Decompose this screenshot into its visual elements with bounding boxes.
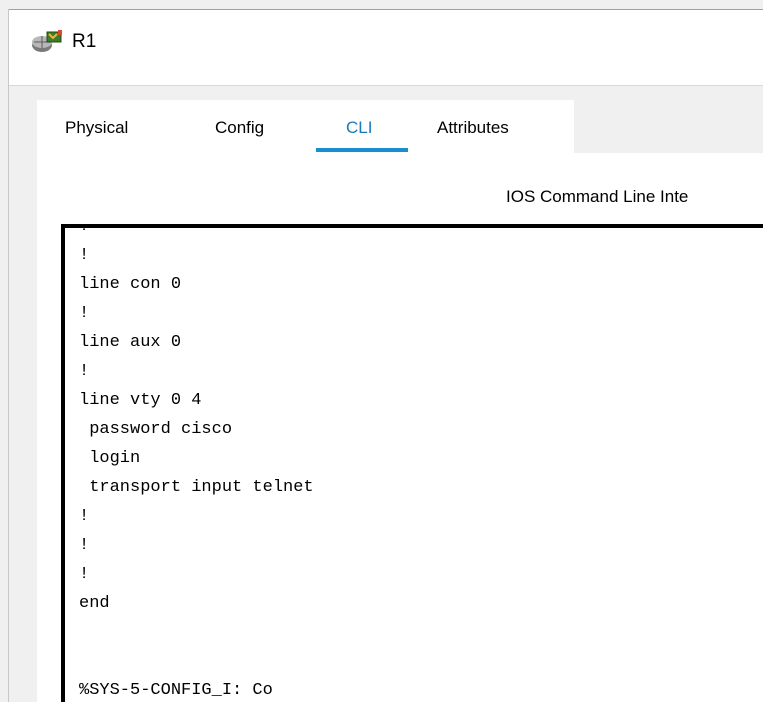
tab-physical[interactable]: Physical [65, 118, 128, 138]
tab-bar: Physical Config CLI Attributes [37, 100, 574, 153]
terminal-line: line aux 0 [79, 333, 182, 352]
terminal-output: !! line con 0! line aux 0! line vty 0 4 pas… [79, 224, 314, 702]
terminal-line: ! [79, 246, 90, 265]
device-window: R1 Physical Config CLI Attributes IOS Co… [0, 0, 763, 702]
cli-header: IOS Command Line Inte [506, 187, 689, 206]
titlebar [9, 10, 763, 85]
terminal-line: password cisco [79, 420, 233, 439]
terminal-line: end [79, 594, 110, 613]
terminal-line: line vty 0 4 [79, 391, 202, 410]
terminal-line: login [79, 449, 141, 468]
window-title: R1 [72, 31, 97, 52]
terminal-line: ! [79, 565, 90, 584]
terminal-line: ! [79, 362, 90, 381]
terminal-line: ! [79, 536, 90, 555]
terminal-line: ! [79, 304, 90, 323]
tab-cli[interactable]: CLI [346, 118, 372, 138]
terminal-line: %SYS-5-CONFIG_I: Co [79, 681, 273, 700]
cli-terminal[interactable]: !! line con 0! line aux 0! line vty 0 4 pas… [61, 224, 763, 702]
terminal-line: line con 0 [79, 275, 182, 294]
tab-attributes[interactable]: Attributes [437, 118, 509, 138]
terminal-line: ! [79, 507, 90, 526]
router-icon [32, 30, 62, 52]
active-tab-indicator [316, 148, 408, 152]
terminal-line: ! [79, 224, 90, 236]
terminal-line: transport input telnet [79, 478, 314, 497]
tab-config[interactable]: Config [215, 118, 264, 138]
